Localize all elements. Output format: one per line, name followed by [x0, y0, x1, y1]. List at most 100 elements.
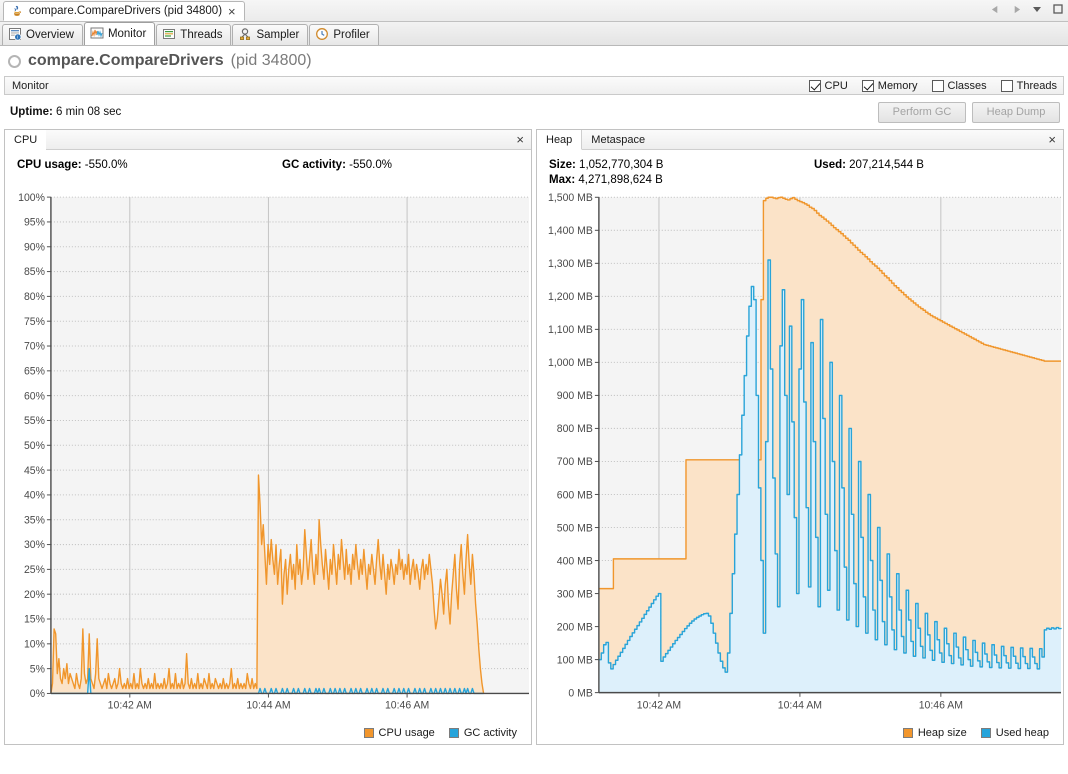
overview-icon: i — [8, 27, 22, 44]
view-tab-bar: i Overview Monitor — [0, 22, 1068, 46]
tab-profiler-label: Profiler — [333, 29, 369, 41]
checkbox-memory-label: Memory — [878, 80, 918, 92]
legend-cpu-usage: CPU usage — [364, 727, 435, 739]
heap-used-stat: Used: 207,214,544 B — [814, 159, 924, 171]
uptime-value: 6 min 08 sec — [56, 106, 121, 118]
svg-text:80%: 80% — [24, 291, 46, 303]
tab-metaspace[interactable]: Metaspace — [582, 130, 654, 149]
tab-sampler-label: Sampler — [256, 29, 299, 41]
svg-text:15%: 15% — [24, 614, 46, 626]
checkbox-classes[interactable]: Classes — [932, 80, 987, 92]
svg-text:1,200 MB: 1,200 MB — [548, 291, 593, 303]
cpu-panel-header: CPU × — [5, 130, 531, 150]
svg-text:30%: 30% — [24, 539, 46, 551]
tab-heap[interactable]: Heap — [537, 130, 582, 150]
checkbox-threads[interactable]: Threads — [1001, 80, 1057, 92]
heap-chart[interactable]: 0 MB100 MB200 MB300 MB400 MB500 MB600 MB… — [537, 191, 1063, 722]
cpu-stats: CPU usage: -550.0% GC activity: -550.0% — [5, 150, 531, 191]
heap-panel-header: Heap Metaspace × — [537, 130, 1063, 150]
gc-activity-stat: GC activity: -550.0% — [282, 159, 392, 171]
heap-max-value: 4,271,898,624 B — [578, 174, 662, 186]
svg-text:300 MB: 300 MB — [557, 588, 593, 600]
heap-chart-svg: 0 MB100 MB200 MB300 MB400 MB500 MB600 MB… — [537, 191, 1063, 722]
legend-swatch-heap-size — [903, 728, 913, 738]
cpu-legend: CPU usage GC activity — [5, 722, 531, 744]
heap-dump-button[interactable]: Heap Dump — [972, 102, 1060, 123]
chevron-down-icon[interactable] — [1031, 3, 1043, 15]
cpu-chart[interactable]: 0%5%10%15%20%25%30%35%40%45%50%55%60%65%… — [5, 191, 531, 722]
heap-max-stat: Max: 4,271,898,624 B — [549, 174, 814, 186]
checkbox-cpu[interactable]: CPU — [809, 80, 848, 92]
svg-text:100 MB: 100 MB — [557, 654, 593, 666]
svg-text:1,500 MB: 1,500 MB — [548, 192, 593, 204]
tab-monitor-label: Monitor — [108, 28, 146, 40]
svg-text:5%: 5% — [30, 663, 46, 675]
svg-text:0%: 0% — [30, 688, 46, 700]
uptime-text: Uptime: 6 min 08 sec — [10, 106, 121, 118]
tab-profiler[interactable]: Profiler — [309, 24, 378, 45]
legend-swatch-gc-activity — [449, 728, 459, 738]
svg-text:75%: 75% — [24, 316, 46, 328]
cpu-chart-svg: 0%5%10%15%20%25%30%35%40%45%50%55%60%65%… — [5, 191, 531, 722]
scroll-tabs-right-icon[interactable] — [1010, 3, 1022, 15]
profiler-clock-icon — [315, 27, 329, 44]
svg-text:10:44 AM: 10:44 AM — [246, 700, 290, 712]
svg-text:55%: 55% — [24, 415, 46, 427]
heap-size-stat: Size: 1,052,770,304 B — [549, 159, 814, 171]
monitor-chart-icon — [90, 26, 104, 43]
tab-monitor[interactable]: Monitor — [84, 22, 155, 45]
window-controls — [989, 3, 1064, 15]
svg-text:1,400 MB: 1,400 MB — [548, 225, 593, 237]
checkbox-cpu-label: CPU — [825, 80, 848, 92]
cpu-panel-tab[interactable]: CPU — [5, 130, 46, 150]
page-title: compare.CompareDrivers — [28, 52, 224, 70]
checkbox-cpu-box — [809, 80, 821, 92]
svg-text:500 MB: 500 MB — [557, 522, 593, 534]
legend-label-cpu-usage: CPU usage — [379, 727, 435, 739]
tab-sampler[interactable]: Sampler — [232, 24, 308, 45]
checkbox-classes-box — [932, 80, 944, 92]
maximize-window-icon[interactable] — [1052, 3, 1064, 15]
svg-text:i: i — [17, 34, 18, 39]
svg-text:10:42 AM: 10:42 AM — [108, 700, 152, 712]
svg-text:60%: 60% — [24, 390, 46, 402]
cpu-usage-label: CPU usage: — [17, 159, 82, 171]
tab-overview-label: Overview — [26, 29, 74, 41]
heap-panel: Heap Metaspace × Size: 1,052,770,304 B U… — [536, 129, 1064, 745]
legend-gc-activity: GC activity — [449, 727, 517, 739]
page-title-pid: (pid 34800) — [231, 52, 312, 70]
svg-text:65%: 65% — [24, 365, 46, 377]
document-tab-compare-comparedrivers[interactable]: compare.CompareDrivers (pid 34800) × — [3, 1, 245, 21]
heap-size-value: 1,052,770,304 B — [579, 159, 663, 171]
tab-threads[interactable]: Threads — [156, 24, 231, 45]
perform-gc-button[interactable]: Perform GC — [878, 102, 966, 123]
scroll-tabs-left-icon[interactable] — [989, 3, 1001, 15]
svg-text:35%: 35% — [24, 514, 46, 526]
checkbox-threads-box — [1001, 80, 1013, 92]
action-button-group: Perform GC Heap Dump — [878, 102, 1060, 123]
tab-overview[interactable]: i Overview — [2, 24, 83, 45]
legend-label-used-heap: Used heap — [996, 727, 1049, 739]
svg-text:70%: 70% — [24, 341, 46, 353]
cpu-panel-close-icon[interactable]: × — [509, 130, 531, 149]
close-icon[interactable]: × — [227, 5, 237, 18]
heap-panel-close-icon[interactable]: × — [1041, 130, 1063, 149]
svg-text:600 MB: 600 MB — [557, 489, 593, 501]
legend-heap-size: Heap size — [903, 727, 967, 739]
svg-text:400 MB: 400 MB — [557, 555, 593, 567]
heap-max-label: Max: — [549, 174, 575, 186]
gc-activity-value: -550.0% — [349, 159, 392, 171]
svg-text:90%: 90% — [24, 241, 46, 253]
heap-size-label: Size: — [549, 159, 576, 171]
checkbox-memory[interactable]: Memory — [862, 80, 918, 92]
svg-text:25%: 25% — [24, 564, 46, 576]
heap-used-value: 207,214,544 B — [849, 159, 924, 171]
svg-text:1,100 MB: 1,100 MB — [548, 324, 593, 336]
document-tab-label: compare.CompareDrivers (pid 34800) — [29, 5, 222, 17]
svg-text:1,000 MB: 1,000 MB — [548, 357, 593, 369]
svg-text:85%: 85% — [24, 266, 46, 278]
uptime-row: Uptime: 6 min 08 sec Perform GC Heap Dum… — [0, 95, 1068, 129]
checkbox-threads-label: Threads — [1017, 80, 1057, 92]
svg-text:10%: 10% — [24, 638, 46, 650]
svg-text:900 MB: 900 MB — [557, 390, 593, 402]
